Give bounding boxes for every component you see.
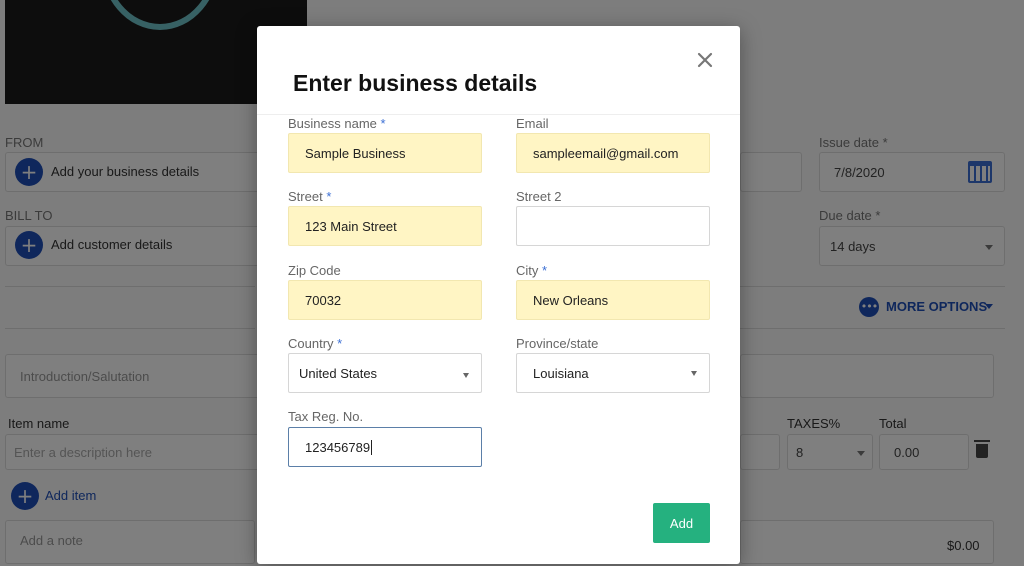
city-input[interactable]: New Orleans: [516, 280, 710, 320]
tax-reg-value: 123456789: [305, 439, 371, 455]
tax-reg-input[interactable]: 123456789: [288, 427, 482, 467]
city-label: City *: [516, 263, 547, 278]
country-label: Country *: [288, 336, 342, 351]
street-label-text: Street: [288, 189, 323, 204]
required-marker: *: [337, 336, 343, 351]
business-details-modal: Enter business details Business name * S…: [257, 26, 740, 564]
street-label: Street *: [288, 189, 331, 204]
province-select[interactable]: Louisiana: [516, 353, 710, 393]
chevron-down-icon: [463, 372, 469, 378]
street-input[interactable]: 123 Main Street: [288, 206, 482, 246]
business-name-label: Business name *: [288, 116, 386, 131]
tax-reg-label: Tax Reg. No.: [288, 409, 363, 424]
close-icon: [697, 52, 713, 68]
zip-code-label: Zip Code: [288, 263, 341, 278]
divider: [257, 114, 740, 115]
email-label-text: Email: [516, 116, 549, 131]
street2-label: Street 2: [516, 189, 562, 204]
city-label-text: City: [516, 263, 539, 278]
tax-reg-label-text: Tax Reg. No.: [288, 409, 364, 424]
zip-label-text: Zip Code: [288, 263, 341, 278]
required-marker: *: [326, 189, 332, 204]
email-label: Email: [516, 116, 549, 131]
required-marker: *: [542, 263, 548, 278]
street2-input[interactable]: [516, 206, 710, 246]
zip-value: 70032: [305, 292, 342, 308]
province-value: Louisiana: [533, 365, 589, 381]
chevron-down-icon: [691, 370, 697, 376]
business-name-value: Sample Business: [305, 145, 406, 161]
modal-title: Enter business details: [293, 70, 538, 96]
street-value: 123 Main Street: [305, 218, 397, 234]
country-value: United States: [299, 365, 378, 381]
text-cursor: [371, 439, 373, 455]
email-value: sampleemail@gmail.com: [533, 145, 679, 161]
street2-label-text: Street 2: [516, 189, 562, 204]
add-button[interactable]: Add: [653, 503, 710, 543]
province-label-text: Province/state: [516, 336, 599, 351]
business-name-label-text: Business name: [288, 116, 377, 131]
close-button[interactable]: [694, 49, 716, 71]
city-value: New Orleans: [533, 292, 609, 308]
country-select[interactable]: United States: [288, 353, 482, 393]
email-input[interactable]: sampleemail@gmail.com: [516, 133, 710, 173]
zip-code-input[interactable]: 70032: [288, 280, 482, 320]
business-name-input[interactable]: Sample Business: [288, 133, 482, 173]
required-marker: *: [380, 116, 386, 131]
province-label: Province/state: [516, 336, 598, 351]
country-label-text: Country: [288, 336, 334, 351]
